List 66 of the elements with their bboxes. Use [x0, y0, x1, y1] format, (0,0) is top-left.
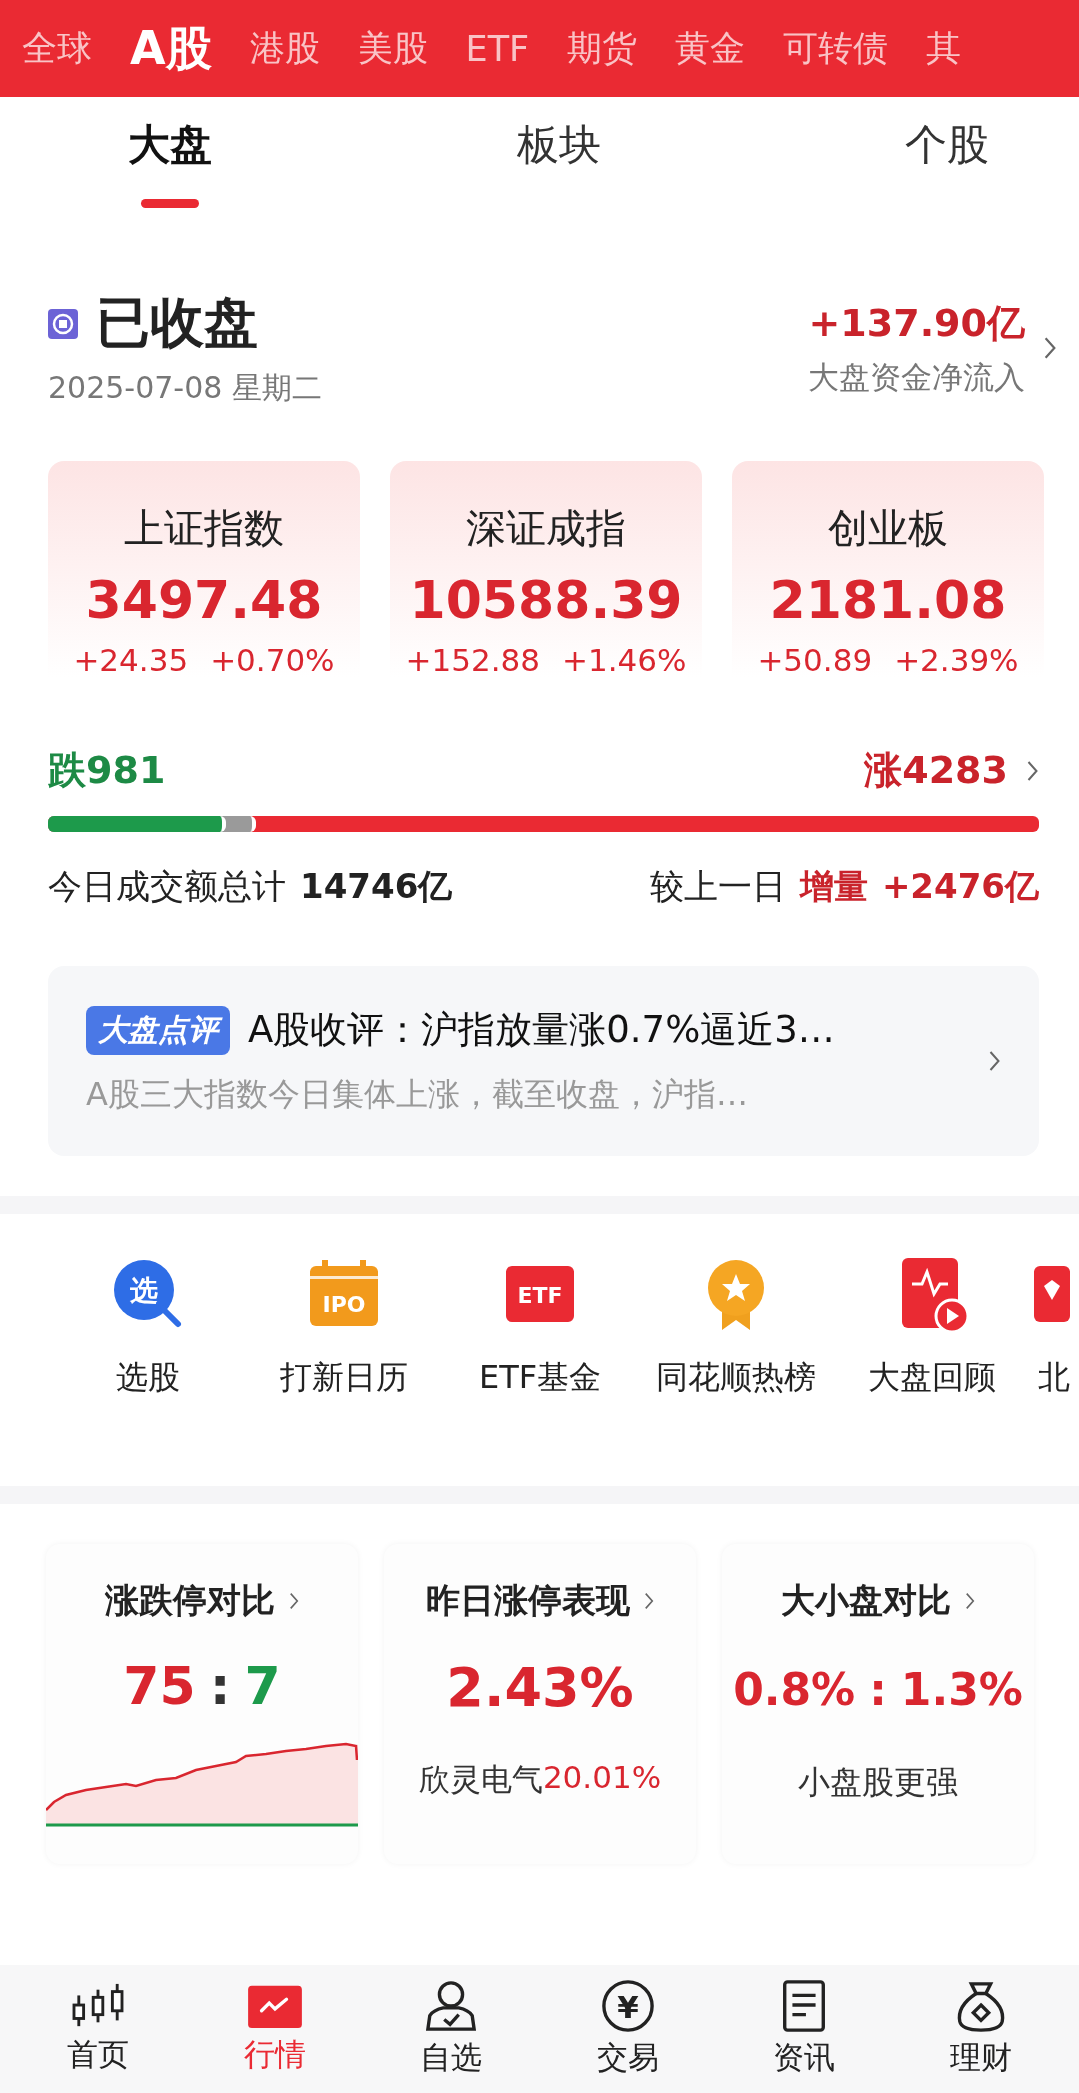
shortcut-label[interactable]: 北	[1038, 1356, 1070, 1400]
index-value: 3497.48	[85, 570, 323, 630]
index-percent: +2.39%	[894, 642, 1019, 678]
index-change: +24.35	[73, 642, 189, 678]
nav-tab[interactable]: ¥ 交易	[567, 1979, 688, 2079]
stat-card[interactable]: 涨跌停对比 75 : 7	[46, 1544, 358, 1864]
decliners-count: 跌981	[48, 747, 166, 794]
stock-name: 欣灵电气	[418, 1760, 543, 1799]
sub-tab[interactable]: 板块	[516, 117, 601, 217]
limit-down-count: 7	[244, 1656, 281, 1716]
ratio-separator: :	[209, 1656, 231, 1716]
stat-card[interactable]: 大小盘对比 0.8% : 1.3% 小盘股更强	[722, 1544, 1034, 1864]
chevron-icon[interactable]	[988, 1050, 1001, 1072]
shortcut-label[interactable]: 选股	[116, 1356, 180, 1400]
index-name: 创业板	[828, 504, 948, 553]
nav-tab[interactable]: 自选	[391, 1979, 512, 2079]
stop-icon	[48, 308, 78, 339]
news-summary: A股三大指数今日集体上涨，截至收盘，沪指…	[86, 1074, 749, 1115]
stock-change: 20.01%	[542, 1759, 662, 1797]
shortcut-label[interactable]: 大盘回顾	[868, 1356, 996, 1400]
trade-date: 2025-07-08 星期二	[48, 369, 322, 407]
net-flow-value: +137.90亿	[808, 299, 1025, 347]
stat-value: 2.43%	[446, 1656, 634, 1719]
sub-tab[interactable]: 个股	[905, 117, 989, 217]
index-change: +50.89	[757, 642, 873, 678]
news-headline: A股收评：沪指放量涨0.7%逼近3…	[248, 1007, 835, 1053]
chevron-icon[interactable]	[1043, 336, 1057, 360]
chevron-icon[interactable]	[644, 1592, 654, 1610]
index-name: 上证指数	[124, 504, 284, 553]
stat-card[interactable]: 昨日涨停表现 2.43% 欣灵电气20.01%	[384, 1544, 696, 1864]
index-name: 深证成指	[466, 504, 626, 553]
commentary-badge: 大盘点评	[86, 1005, 230, 1055]
turnover-label: 今日成交额总计	[48, 865, 286, 908]
turnover-change: +2476亿	[881, 865, 1039, 908]
stat-title: 昨日涨停表现	[426, 1579, 630, 1622]
nav-tab[interactable]: 行情	[214, 1982, 335, 2076]
chevron-icon[interactable]	[289, 1592, 299, 1610]
chevron-icon[interactable]	[965, 1592, 975, 1610]
stat-title: 涨跌停对比	[105, 1579, 275, 1622]
index-percent: +1.46%	[562, 642, 687, 678]
market-tab[interactable]: A股	[130, 17, 212, 80]
stat-note: 小盘股更强	[798, 1762, 958, 1803]
large-cap-change: 1.3%	[900, 1664, 1023, 1715]
net-flow-label: 大盘资金净流入	[808, 357, 1025, 397]
turnover-value: 14746亿	[300, 865, 453, 908]
shortcut-label[interactable]: ETF基金	[478, 1356, 602, 1400]
commentary-card[interactable]: 大盘点评 A股收评：沪指放量涨0.7%逼近3… A股三大指数今日集体上涨，截至收盘，沪指…	[48, 966, 1039, 1156]
index-value: 2181.08	[769, 570, 1007, 630]
ratio-separator: :	[869, 1664, 887, 1715]
index-percent: +0.70%	[210, 642, 335, 678]
stat-title: 大小盘对比	[781, 1579, 951, 1622]
nav-tab[interactable]: 首页	[38, 1982, 159, 2076]
index-value: 10588.39	[409, 570, 683, 630]
shortcut-label[interactable]: 同花顺热榜	[656, 1356, 816, 1400]
compare-label: 较上一日	[649, 865, 786, 908]
sub-tab[interactable]: 大盘	[128, 117, 212, 217]
index-change: +152.88	[405, 642, 540, 678]
small-cap-change: 0.8%	[733, 1664, 856, 1715]
limit-up-count: 75	[123, 1656, 196, 1716]
nav-tab[interactable]: 资讯	[744, 1979, 865, 2079]
market-status: 已收盘	[96, 290, 258, 356]
advancers-count: 涨4283	[864, 747, 1008, 794]
nav-tab[interactable]: 理财	[920, 1979, 1041, 2079]
shortcut-label[interactable]: 打新日历	[280, 1356, 408, 1400]
change-label: 增量	[799, 865, 868, 908]
chevron-icon[interactable]	[1026, 759, 1039, 782]
